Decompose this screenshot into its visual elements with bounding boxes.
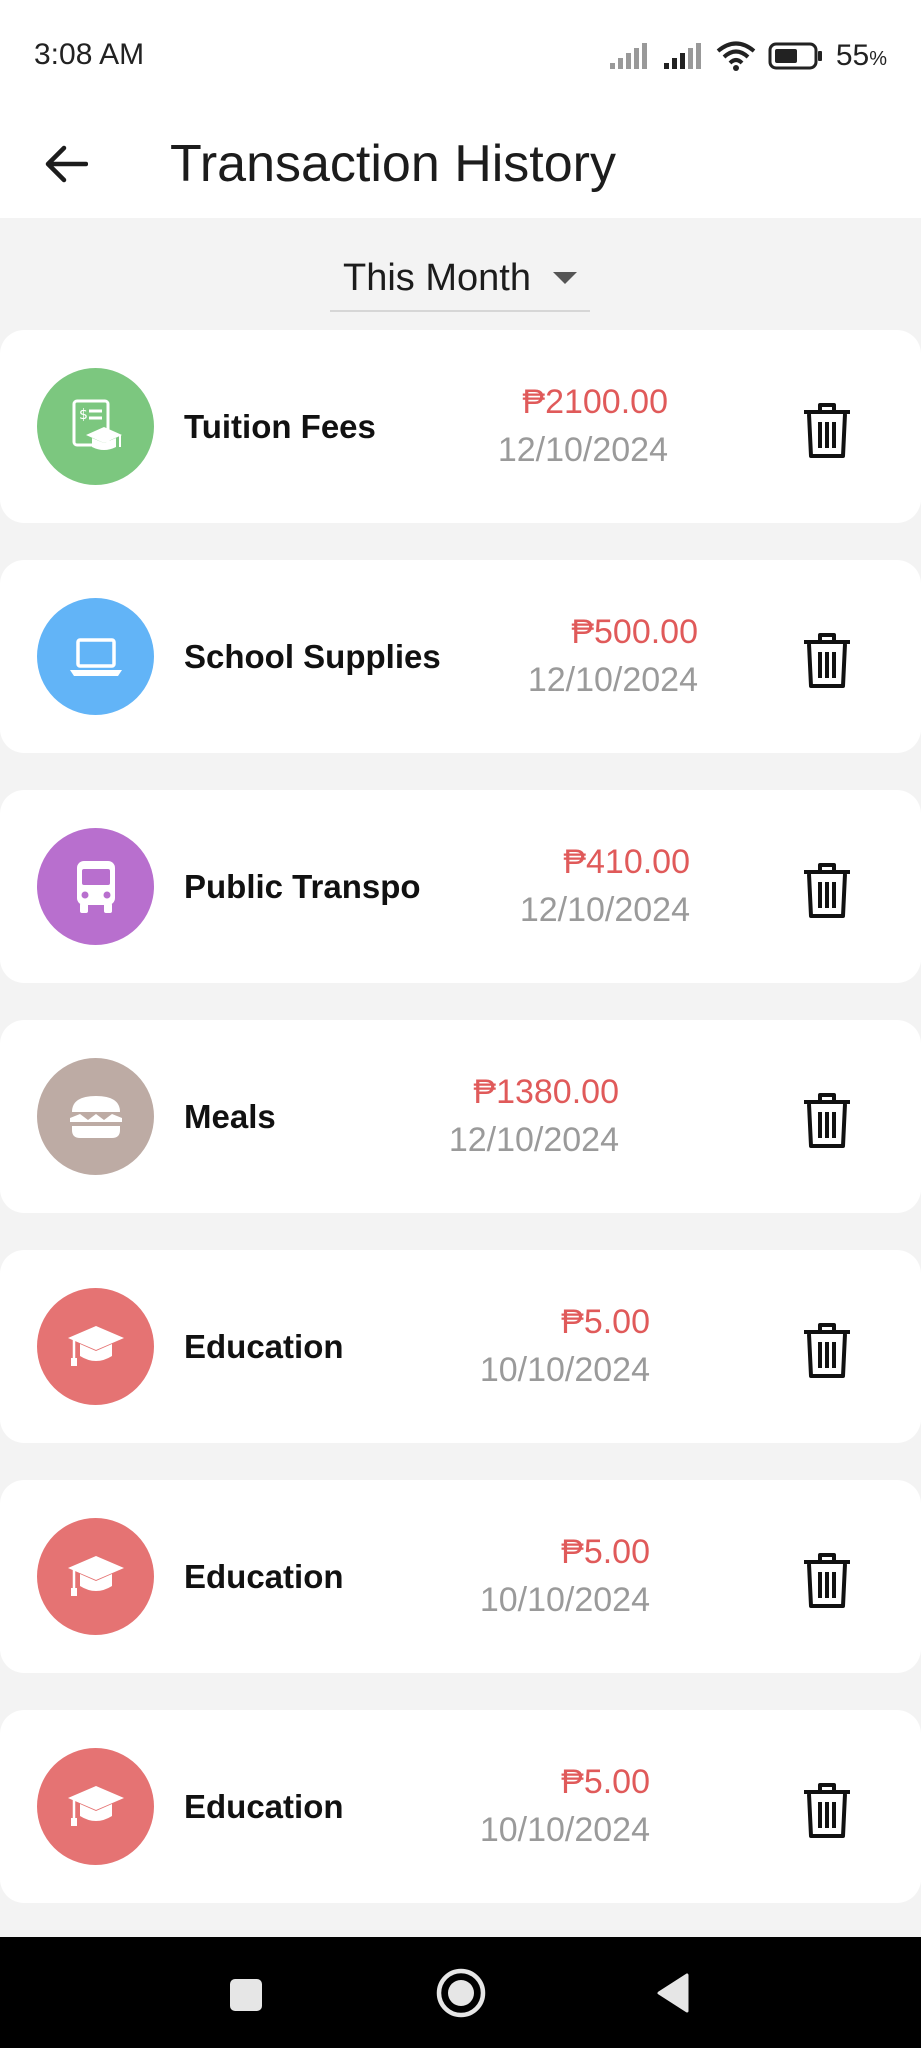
filter-selected-value: This Month <box>343 256 531 299</box>
status-time: 3:08 AM <box>34 38 145 71</box>
transaction-amount: ₱5.00 <box>561 1533 650 1571</box>
home-circle-icon[interactable] <box>433 1965 489 2021</box>
signal-icon <box>663 43 701 69</box>
back-button[interactable] <box>36 134 96 194</box>
transaction-date: 12/10/2024 <box>448 1121 619 1159</box>
bus-icon <box>37 828 154 945</box>
period-filter-dropdown[interactable]: This Month <box>330 246 590 312</box>
transaction-card[interactable]: Education ₱5.00 10/10/2024 <box>0 1480 921 1673</box>
graduation-cap-icon <box>37 1748 154 1865</box>
category-name: School Supplies <box>184 637 441 675</box>
burger-icon <box>37 1058 154 1175</box>
transaction-date: 12/10/2024 <box>519 891 690 929</box>
laptop-icon <box>37 598 154 715</box>
category-name: Meals <box>184 1097 276 1135</box>
trash-icon[interactable] <box>800 630 854 690</box>
transaction-card[interactable]: School Supplies ₱500.00 12/10/2024 <box>0 560 921 753</box>
category-name: Education <box>184 1557 344 1595</box>
battery-icon <box>768 42 822 70</box>
transaction-date: 10/10/2024 <box>479 1351 650 1389</box>
category-name: Public Transpo <box>184 867 421 905</box>
amount-block: ₱2100.00 12/10/2024 <box>498 380 668 476</box>
trash-icon[interactable] <box>800 1320 854 1380</box>
transaction-date: 10/10/2024 <box>479 1811 650 1849</box>
transaction-amount: ₱5.00 <box>561 1303 650 1341</box>
battery-percent: 55% <box>835 39 887 72</box>
caret-down-icon <box>552 272 577 284</box>
amount-block: ₱5.00 10/10/2024 <box>480 1530 650 1626</box>
trash-icon[interactable] <box>800 860 854 920</box>
status-icons: 55% <box>608 36 887 76</box>
transaction-date: 12/10/2024 <box>527 661 698 699</box>
category-name: Tuition Fees <box>184 407 376 445</box>
transaction-date: 12/10/2024 <box>497 431 668 469</box>
back-triangle-icon[interactable] <box>653 1965 693 2021</box>
svg-text:$: $ <box>79 407 88 423</box>
category-name: Education <box>184 1787 344 1825</box>
recents-square-icon[interactable] <box>226 1965 266 2021</box>
graduation-cap-icon <box>37 1288 154 1405</box>
trash-icon[interactable] <box>800 1780 854 1840</box>
trash-icon[interactable] <box>800 400 854 460</box>
trash-icon[interactable] <box>800 1090 854 1150</box>
transaction-card[interactable]: Public Transpo ₱410.00 12/10/2024 <box>0 790 921 983</box>
transaction-amount: ₱410.00 <box>563 843 690 881</box>
graduation-cap-icon <box>37 1518 154 1635</box>
amount-block: ₱5.00 10/10/2024 <box>480 1760 650 1856</box>
status-bar: 3:08 AM 55% <box>0 0 921 112</box>
transaction-amount: ₱1380.00 <box>473 1073 619 1111</box>
trash-icon[interactable] <box>800 1550 854 1610</box>
amount-block: ₱500.00 12/10/2024 <box>528 610 698 706</box>
category-name: Education <box>184 1327 344 1365</box>
arrow-left-icon <box>45 145 88 183</box>
transaction-card[interactable]: Meals ₱1380.00 12/10/2024 <box>0 1020 921 1213</box>
transaction-amount: ₱5.00 <box>561 1763 650 1801</box>
system-nav-bar <box>0 1937 921 2048</box>
transaction-date: 10/10/2024 <box>479 1581 650 1619</box>
transaction-card[interactable]: Education ₱5.00 10/10/2024 <box>0 1250 921 1443</box>
transaction-amount: ₱2100.00 <box>522 383 668 421</box>
wifi-icon <box>716 41 756 71</box>
tuition-icon: $ <box>37 368 154 485</box>
app-bar: Transaction History <box>0 112 921 218</box>
signal-icon <box>609 43 647 69</box>
amount-block: ₱1380.00 12/10/2024 <box>449 1070 619 1166</box>
transaction-amount: ₱500.00 <box>571 613 698 651</box>
amount-block: ₱5.00 10/10/2024 <box>480 1300 650 1396</box>
amount-block: ₱410.00 12/10/2024 <box>520 840 690 936</box>
page-title: Transaction History <box>170 135 616 193</box>
transaction-card[interactable]: Education ₱5.00 10/10/2024 <box>0 1710 921 1903</box>
transaction-card[interactable]: $ Tuition Fees ₱2100.00 12/10/2024 <box>0 330 921 523</box>
